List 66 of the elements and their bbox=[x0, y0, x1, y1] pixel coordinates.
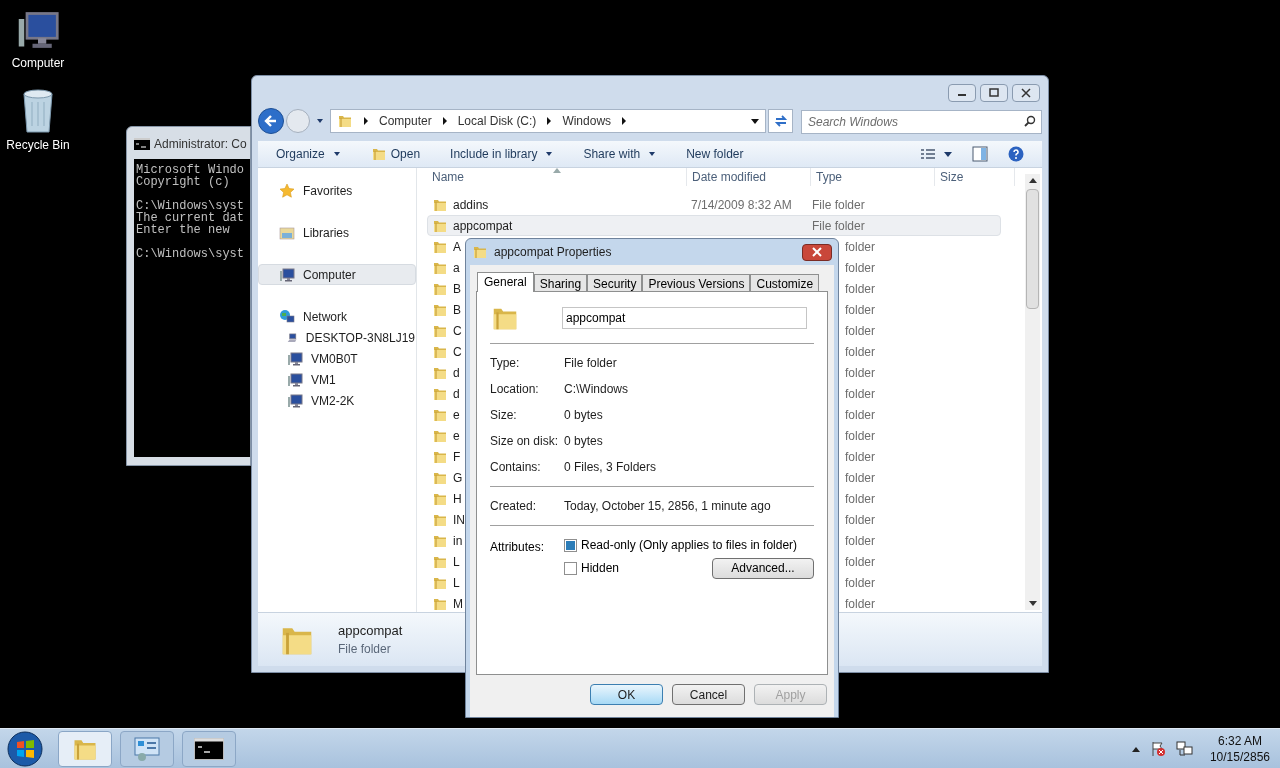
file-name: C bbox=[453, 322, 462, 340]
file-type: folder bbox=[845, 596, 876, 611]
file-type: folder bbox=[845, 533, 876, 548]
file-name: appcompat bbox=[453, 217, 513, 235]
file-type: folder bbox=[845, 302, 876, 317]
checkbox-label: Hidden bbox=[581, 560, 620, 577]
file-type: folder bbox=[845, 512, 876, 527]
file-name: addins bbox=[453, 196, 489, 214]
property-value: File folder bbox=[564, 355, 617, 372]
console-line: The current dat bbox=[136, 212, 246, 224]
file-name: F bbox=[453, 448, 461, 466]
property-label: Size: bbox=[490, 407, 518, 424]
file-name: M bbox=[453, 595, 463, 612]
file-name: H bbox=[453, 490, 462, 508]
file-type: folder bbox=[845, 470, 876, 485]
date-modified: 7/14/2009 8:32 AM bbox=[691, 197, 792, 212]
property-label: Created: bbox=[490, 498, 538, 515]
file-type: folder bbox=[845, 554, 876, 569]
property-label: Type: bbox=[490, 355, 521, 372]
file-name: L bbox=[453, 574, 460, 592]
selected-item-type: File folder bbox=[338, 641, 392, 659]
file-type: File folder bbox=[812, 218, 865, 233]
property-label: Location: bbox=[490, 381, 540, 398]
file-type: folder bbox=[845, 365, 876, 380]
file-type: File folder bbox=[812, 197, 865, 212]
property-label: Contains: bbox=[490, 459, 542, 476]
selected-item-name: appcompat bbox=[338, 621, 403, 640]
file-name: L bbox=[453, 553, 460, 571]
console-line: Copyright (c) bbox=[136, 176, 231, 188]
file-type: folder bbox=[845, 449, 876, 464]
property-value: C:\Windows bbox=[564, 381, 628, 398]
console-line: Microsoft Windo bbox=[136, 164, 246, 176]
console-line: C:\Windows\syst bbox=[136, 248, 246, 260]
file-name: e bbox=[453, 406, 460, 424]
property-label: Attributes: bbox=[490, 539, 546, 556]
file-type: folder bbox=[845, 407, 876, 422]
file-type: folder bbox=[845, 491, 876, 506]
file-type: folder bbox=[845, 344, 876, 359]
property-label: Size on disk: bbox=[490, 433, 560, 450]
property-value: Today, October 15, 2856, 1 minute ago bbox=[564, 498, 771, 515]
file-type: folder bbox=[845, 239, 876, 254]
file-type: folder bbox=[845, 281, 876, 296]
file-name: d bbox=[453, 364, 460, 382]
file-type: folder bbox=[845, 260, 876, 275]
file-type: folder bbox=[845, 323, 876, 338]
file-name: B bbox=[453, 301, 461, 319]
file-name: e bbox=[453, 427, 460, 445]
window-title: Administrator: Co bbox=[154, 136, 247, 153]
property-value: 0 bytes bbox=[564, 407, 603, 424]
file-name: in bbox=[453, 532, 463, 550]
file-type: folder bbox=[845, 428, 876, 443]
file-type: folder bbox=[845, 386, 876, 401]
file-type: folder bbox=[845, 575, 876, 590]
file-name: G bbox=[453, 469, 463, 487]
console-line: C:\Windows\syst bbox=[136, 200, 246, 212]
file-name: d bbox=[453, 385, 460, 403]
file-name: C bbox=[453, 343, 462, 361]
file-name: a bbox=[453, 259, 460, 277]
property-value: 0 Files, 3 Folders bbox=[564, 459, 657, 476]
file-name: IN bbox=[453, 511, 465, 529]
dialog-title: appcompat Properties bbox=[494, 244, 612, 261]
checkbox-label: Read-only (Only applies to files in folder) bbox=[581, 537, 798, 554]
file-name: B bbox=[453, 280, 461, 298]
console-line: Enter the new bbox=[136, 224, 231, 236]
property-value: 0 bytes bbox=[564, 433, 603, 450]
file-name: A bbox=[453, 238, 461, 256]
